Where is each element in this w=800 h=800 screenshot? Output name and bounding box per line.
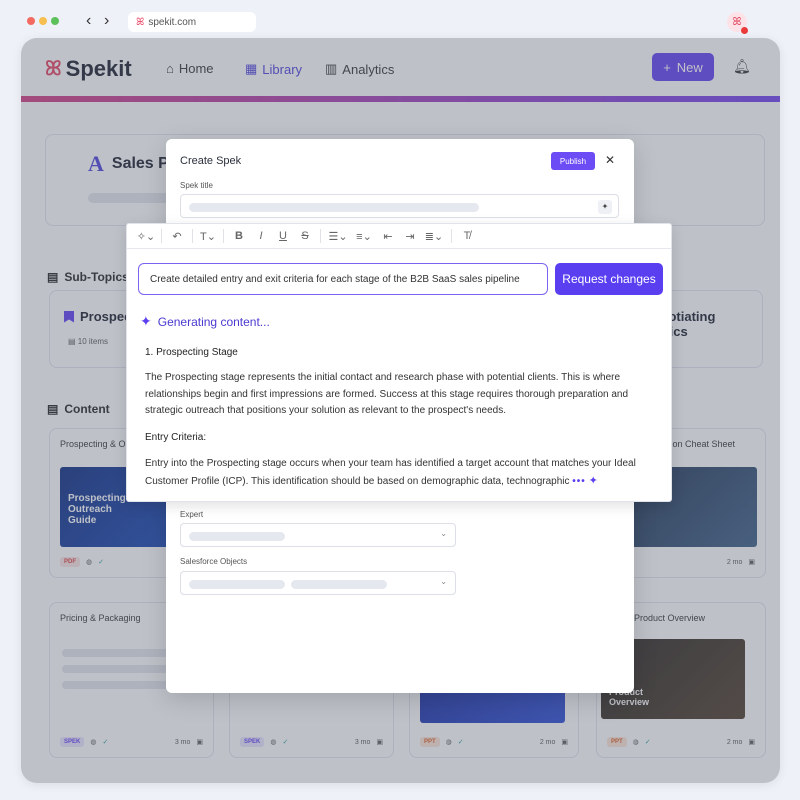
chevron-down-icon: ⌄	[440, 529, 447, 538]
modal-title: Create Spek	[180, 155, 242, 167]
address-bar[interactable]: ꕤ spekit.com	[128, 12, 256, 32]
spekit-logo-icon: ꕤ	[136, 16, 145, 28]
toolbar-divider	[223, 229, 224, 243]
undo-icon[interactable]: ↶	[166, 230, 188, 243]
bullet-list-icon[interactable]: ☰⌄	[325, 230, 351, 243]
generating-status: ✦ Generating content...	[140, 313, 270, 330]
select-placeholder	[291, 580, 387, 589]
select-placeholder	[189, 580, 285, 589]
strikethrough-icon[interactable]: S	[294, 230, 316, 242]
chevron-right-icon[interactable]: ›	[104, 12, 109, 30]
url-text: spekit.com	[148, 16, 197, 28]
bold-icon[interactable]: B	[228, 230, 250, 242]
notification-dot	[741, 27, 748, 34]
generated-paragraph: The Prospecting stage represents the ini…	[145, 372, 629, 416]
input-placeholder	[189, 203, 479, 212]
indent-icon[interactable]: ⇥	[399, 230, 421, 243]
toolbar-divider	[192, 229, 193, 243]
expert-select[interactable]: ⌄	[180, 523, 456, 547]
request-changes-button[interactable]: Request changes	[555, 263, 663, 295]
spek-title-label: Spek title	[180, 181, 213, 190]
chevron-down-icon: ⌄	[440, 577, 447, 586]
spek-title-input[interactable]: ✦	[180, 194, 619, 218]
ai-prompt-input[interactable]: Create detailed entry and exit criteria …	[138, 263, 548, 295]
outdent-icon[interactable]: ⇤	[377, 230, 399, 243]
browser-chrome: ‹ › ꕤ spekit.com ꕤ	[0, 0, 800, 40]
generated-heading: 1. Prospecting Stage	[145, 347, 238, 358]
ai-sparkle-icon[interactable]: ✦	[598, 200, 612, 214]
generated-subheading: Entry Criteria:	[145, 432, 207, 443]
maximize-window-dot[interactable]	[51, 17, 59, 25]
underline-icon[interactable]: U	[272, 230, 294, 242]
chevron-left-icon[interactable]: ‹	[86, 12, 91, 30]
text-style-icon[interactable]: T⌄	[197, 230, 219, 243]
clear-format-icon[interactable]: T̸	[456, 230, 478, 242]
minimize-window-dot[interactable]	[39, 17, 47, 25]
close-icon[interactable]: ✕	[605, 153, 615, 167]
sparkle-icon: ✦	[140, 313, 152, 329]
italic-icon[interactable]: I	[250, 230, 272, 242]
ai-editor-popup: ✧⌄ ↶ T⌄ B I U S ☰⌄ ≡⌄ ⇤ ⇥ ≣⌄ T̸ Create d…	[126, 223, 672, 502]
typing-indicator: •••	[572, 475, 586, 487]
toolbar-divider	[320, 229, 321, 243]
editor-toolbar: ✧⌄ ↶ T⌄ B I U S ☰⌄ ≡⌄ ⇤ ⇥ ≣⌄ T̸	[127, 224, 671, 249]
expert-label: Expert	[180, 510, 204, 519]
status-text: Generating content...	[157, 314, 270, 329]
sparkle-icon: ✦	[588, 474, 598, 487]
toolbar-divider	[161, 229, 162, 243]
align-icon[interactable]: ≣⌄	[421, 230, 447, 243]
close-window-dot[interactable]	[27, 17, 35, 25]
streaming-text: Entry into the Prospecting stage occurs …	[145, 458, 636, 487]
salesforce-objects-label: Salesforce Objects	[180, 557, 248, 566]
ai-sparkle-menu-icon[interactable]: ✧⌄	[135, 230, 157, 243]
select-placeholder	[189, 532, 285, 541]
toolbar-divider	[451, 229, 452, 243]
salesforce-objects-select[interactable]: ⌄	[180, 571, 456, 595]
publish-button[interactable]: Publish	[551, 152, 595, 170]
generated-paragraph-streaming: Entry into the Prospecting stage occurs …	[145, 456, 655, 490]
numbered-list-icon[interactable]: ≡⌄	[351, 230, 377, 243]
prompt-text: Create detailed entry and exit criteria …	[150, 273, 520, 285]
